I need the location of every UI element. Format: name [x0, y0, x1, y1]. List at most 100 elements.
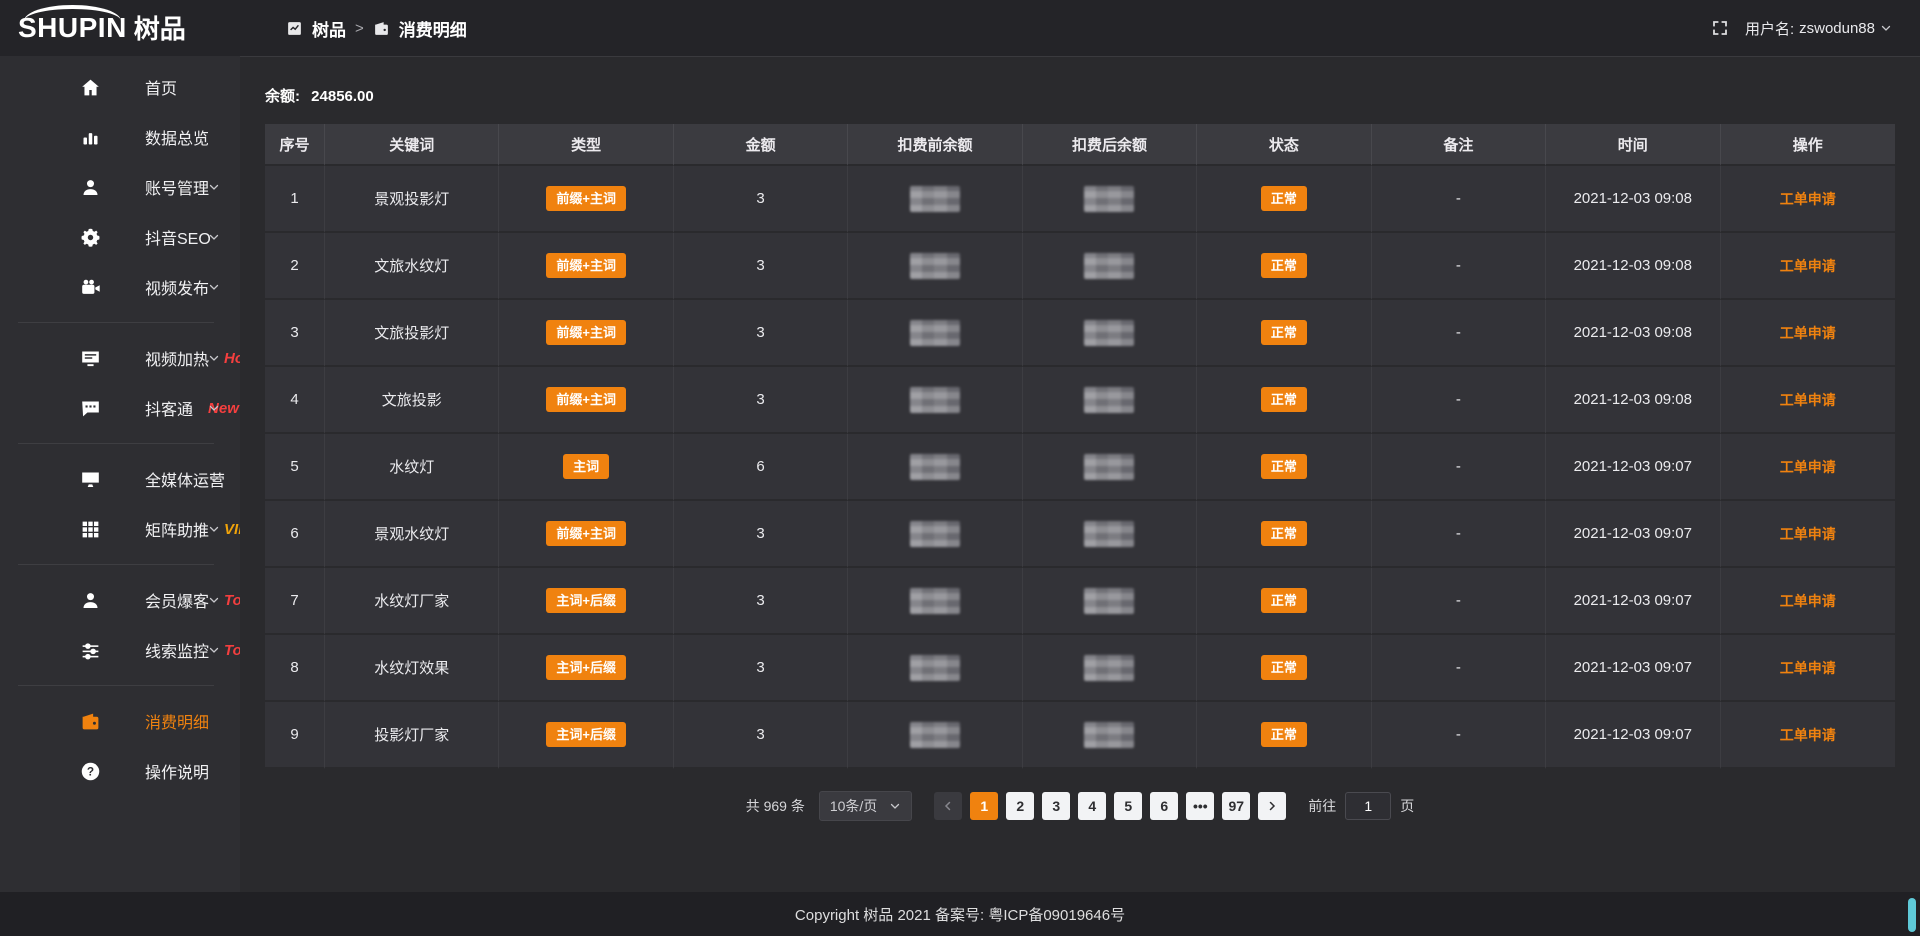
sidebar-item-douyin-seo[interactable]: 抖音SEO — [0, 212, 240, 262]
page-button-2[interactable]: 2 — [1006, 792, 1034, 820]
sidebar-item-home[interactable]: 首页 — [0, 62, 240, 112]
cell: 主词+后缀 — [499, 702, 673, 769]
cell: 正常 — [1197, 434, 1371, 501]
sidebar-item-label: 数据总览 — [145, 125, 209, 149]
prev-page-button[interactable] — [934, 792, 962, 820]
page-button-1[interactable]: 1 — [970, 792, 998, 820]
sidebar-item-data-overview[interactable]: 数据总览 — [0, 112, 240, 162]
sidebar-item-account-management[interactable]: 账号管理 — [0, 162, 240, 212]
scrollbar-thumb[interactable] — [1908, 898, 1916, 932]
sidebar-item-all-media-operation[interactable]: 全媒体运营 — [0, 454, 240, 504]
cell: 正常 — [1197, 501, 1371, 568]
cell-no: 6 — [265, 501, 325, 568]
page-button-5[interactable]: 5 — [1114, 792, 1142, 820]
comment-icon — [80, 398, 101, 419]
cell: 工单申请 — [1721, 300, 1896, 367]
column-header: 序号 — [265, 124, 325, 166]
cell-amount: 6 — [674, 434, 848, 501]
cell-no: 9 — [265, 702, 325, 769]
action-link[interactable]: 工单申请 — [1780, 392, 1836, 408]
sidebar-item-consumption-detail[interactable]: 消费明细 — [0, 696, 240, 746]
masked-pre-balance — [910, 655, 960, 681]
goto-suffix: 页 — [1400, 796, 1414, 816]
fullscreen-icon[interactable] — [1711, 19, 1729, 37]
type-badge: 主词+后缀 — [546, 722, 626, 748]
masked-post-balance — [1084, 521, 1134, 547]
sidebar-item-matrix-boost[interactable]: 矩阵助推VIP — [0, 504, 240, 554]
sidebar-item-clue-monitor[interactable]: 线索监控Tools — [0, 625, 240, 675]
page-button-6[interactable]: 6 — [1150, 792, 1178, 820]
action-link[interactable]: 工单申请 — [1780, 593, 1836, 609]
sidebar-item-video-heat[interactable]: 视频加热Hot — [0, 333, 240, 383]
goto-page: 前往 页 — [1308, 792, 1414, 820]
masked-pre-balance — [910, 454, 960, 480]
cell-remark: - — [1372, 501, 1546, 568]
cell-no: 8 — [265, 635, 325, 702]
action-link[interactable]: 工单申请 — [1780, 660, 1836, 676]
cell-remark: - — [1372, 367, 1546, 434]
goto-page-input[interactable] — [1345, 792, 1391, 820]
user-menu[interactable]: 用户名: zswodun88 — [1745, 18, 1892, 39]
action-link[interactable]: 工单申请 — [1780, 258, 1836, 274]
next-page-button[interactable] — [1258, 792, 1286, 820]
status-badge: 正常 — [1261, 253, 1307, 279]
table-header-row: 序号关键词类型金额扣费前余额扣费后余额状态备注时间操作 — [265, 124, 1895, 166]
sidebar: 首页数据总览账号管理抖音SEO视频发布视频加热Hot抖客通New全媒体运营矩阵助… — [0, 56, 240, 892]
chevron-left-icon — [942, 800, 954, 812]
sidebar-item-operation-guide[interactable]: ?操作说明 — [0, 746, 240, 796]
cell-time: 2021-12-03 09:08 — [1546, 300, 1720, 367]
page-button-4[interactable]: 4 — [1078, 792, 1106, 820]
cell-amount: 3 — [674, 635, 848, 702]
sidebar-item-member-baoke[interactable]: 会员爆客Tools — [0, 575, 240, 625]
page-button-97[interactable]: 97 — [1222, 792, 1250, 820]
cell: 主词+后缀 — [499, 568, 673, 635]
table-row: 3文旅投影灯前缀+主词3正常-2021-12-03 09:08工单申请 — [265, 300, 1895, 367]
action-link[interactable]: 工单申请 — [1780, 325, 1836, 341]
monitor-icon — [80, 469, 101, 490]
table-row: 7水纹灯厂家主词+后缀3正常-2021-12-03 09:07工单申请 — [265, 568, 1895, 635]
page-buttons: 123456 ••• 97 — [970, 792, 1250, 820]
sidebar-item-label: 首页 — [145, 75, 177, 99]
page-more-button[interactable]: ••• — [1186, 792, 1214, 820]
masked-post-balance — [1084, 253, 1134, 279]
cell — [1023, 233, 1197, 300]
cell-time: 2021-12-03 09:07 — [1546, 635, 1720, 702]
topbar: SHUPIN 树品 树品 > 消费明细 用户名: zswodun88 — [0, 0, 1920, 56]
sidebar-item-video-publish[interactable]: 视频发布 — [0, 262, 240, 312]
cell: 工单申请 — [1721, 233, 1896, 300]
action-link[interactable]: 工单申请 — [1780, 191, 1836, 207]
app-logo: SHUPIN 树品 — [0, 14, 240, 42]
cell-no: 4 — [265, 367, 325, 434]
breadcrumb-root[interactable]: 树品 — [312, 16, 346, 41]
user-label: 用户名: — [1745, 18, 1794, 39]
cell: 正常 — [1197, 233, 1371, 300]
masked-post-balance — [1084, 722, 1134, 748]
dashboard-icon — [286, 20, 303, 37]
cell: 主词+后缀 — [499, 635, 673, 702]
cell-keyword: 景观投影灯 — [325, 166, 499, 233]
footer: Copyright 树品 2021 备案号: 粤ICP备09019646号 — [0, 892, 1920, 936]
cell: 正常 — [1197, 300, 1371, 367]
page-size-select[interactable]: 10条/页 — [819, 791, 912, 821]
action-link[interactable]: 工单申请 — [1780, 727, 1836, 743]
type-badge: 前缀+主词 — [546, 387, 626, 413]
sidebar-item-douketong[interactable]: 抖客通New — [0, 383, 240, 433]
topbar-right: 用户名: zswodun88 — [1711, 18, 1920, 39]
column-header: 金额 — [674, 124, 848, 166]
table-row: 6景观水纹灯前缀+主词3正常-2021-12-03 09:07工单申请 — [265, 501, 1895, 568]
cell-keyword: 文旅水纹灯 — [325, 233, 499, 300]
cell-no: 1 — [265, 166, 325, 233]
column-header: 类型 — [499, 124, 673, 166]
sidebar-item-label: 矩阵助推 — [145, 517, 209, 541]
sidebar-divider — [18, 564, 214, 565]
action-link[interactable]: 工单申请 — [1780, 526, 1836, 542]
page-button-3[interactable]: 3 — [1042, 792, 1070, 820]
chevron-right-icon — [1266, 800, 1278, 812]
table-row: 9投影灯厂家主词+后缀3正常-2021-12-03 09:07工单申请 — [265, 702, 1895, 769]
masked-pre-balance — [910, 186, 960, 212]
action-link[interactable]: 工单申请 — [1780, 459, 1836, 475]
svg-text:?: ? — [87, 764, 94, 778]
logo-text-en: SHUPIN — [18, 14, 127, 42]
chevron-down-icon — [1880, 22, 1892, 34]
sidebar-divider — [18, 685, 214, 686]
